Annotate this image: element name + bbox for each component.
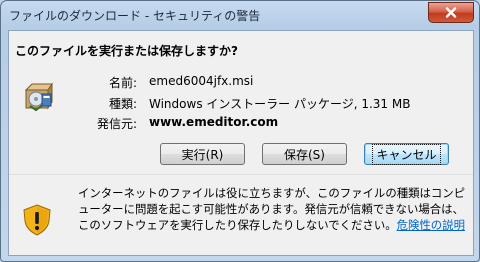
title-bar[interactable]: ファイルのダウンロード - セキュリティの警告 bbox=[1, 1, 479, 29]
security-shield-warning-icon bbox=[22, 204, 52, 236]
name-label: 名前: bbox=[108, 76, 137, 90]
installer-package-icon bbox=[22, 80, 54, 112]
from-label: 発信元: bbox=[96, 117, 137, 131]
file-name-value: emed6004jfx.msi bbox=[149, 74, 254, 88]
security-warning-text: インターネットのファイルは役に立ちますが、このファイルの種類はコンピューターに問… bbox=[78, 185, 466, 233]
run-button-label: 実行(R) bbox=[181, 147, 224, 162]
risk-explanation-link[interactable]: 危険性の説明 bbox=[397, 218, 465, 232]
file-type-value: Windows インストーラー パッケージ, 1.31 MB bbox=[149, 97, 411, 111]
dialog-client-area: このファイルを実行または保存しますか? 名前: emed6004jfx.msi … bbox=[8, 30, 474, 256]
cancel-button-label: キャンセル bbox=[372, 143, 441, 165]
cancel-button[interactable]: キャンセル bbox=[364, 143, 449, 165]
download-security-dialog: ファイルのダウンロード - セキュリティの警告 このファイルを実行または保存しま… bbox=[0, 0, 480, 262]
close-button[interactable] bbox=[428, 2, 474, 23]
run-button[interactable]: 実行(R) bbox=[160, 143, 245, 165]
save-button-label: 保存(S) bbox=[284, 147, 325, 162]
security-warning-section: インターネットのファイルは役に立ちますが、このファイルの種類はコンピューターに問… bbox=[9, 175, 473, 255]
save-button[interactable]: 保存(S) bbox=[262, 143, 347, 165]
window-title: ファイルのダウンロード - セキュリティの警告 bbox=[9, 9, 261, 23]
type-label: 種類: bbox=[108, 97, 137, 111]
file-info-panel: このファイルを実行または保存しますか? 名前: emed6004jfx.msi … bbox=[9, 31, 473, 174]
close-icon bbox=[445, 7, 457, 18]
dialog-question: このファイルを実行または保存しますか? bbox=[15, 44, 238, 58]
source-domain-value: www.emeditor.com bbox=[149, 115, 279, 129]
